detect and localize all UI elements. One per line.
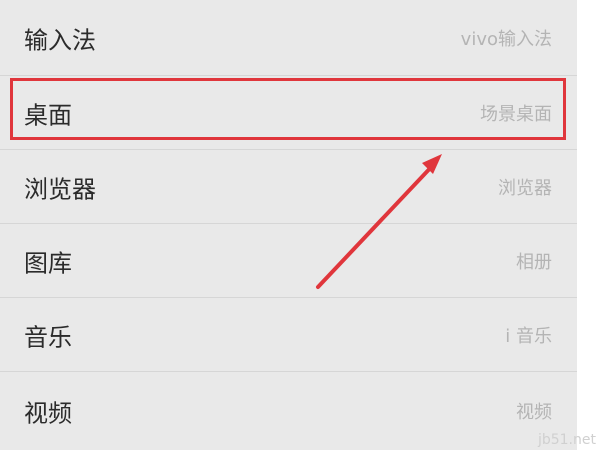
settings-row-music[interactable]: 音乐 i 音乐 (0, 298, 577, 372)
settings-row-desktop[interactable]: 桌面 场景桌面 (0, 76, 577, 150)
row-value: 视频 (516, 402, 552, 423)
row-label: 桌面 (24, 101, 72, 129)
row-label: 音乐 (24, 323, 72, 351)
settings-row-browser[interactable]: 浏览器 浏览器 (0, 150, 577, 224)
row-value: vivo输入法 (460, 28, 552, 50)
row-label: 视频 (24, 399, 72, 428)
default-apps-settings-list: 输入法 vivo输入法 桌面 场景桌面 浏览器 浏览器 图库 相册 音乐 i 音… (0, 0, 577, 450)
row-label: 图库 (24, 249, 72, 277)
row-value: 场景桌面 (480, 103, 552, 125)
settings-row-video[interactable]: 视频 视频 (0, 372, 577, 450)
screenshot: 输入法 vivo输入法 桌面 场景桌面 浏览器 浏览器 图库 相册 音乐 i 音… (0, 0, 600, 450)
row-value: 浏览器 (498, 177, 552, 199)
row-label: 浏览器 (24, 175, 96, 203)
watermark: jb51.net (537, 432, 596, 448)
settings-row-gallery[interactable]: 图库 相册 (0, 224, 577, 298)
settings-row-input-method[interactable]: 输入法 vivo输入法 (0, 0, 577, 76)
row-value: i 音乐 (505, 325, 552, 347)
row-label: 输入法 (24, 26, 96, 54)
row-value: 相册 (516, 251, 552, 273)
